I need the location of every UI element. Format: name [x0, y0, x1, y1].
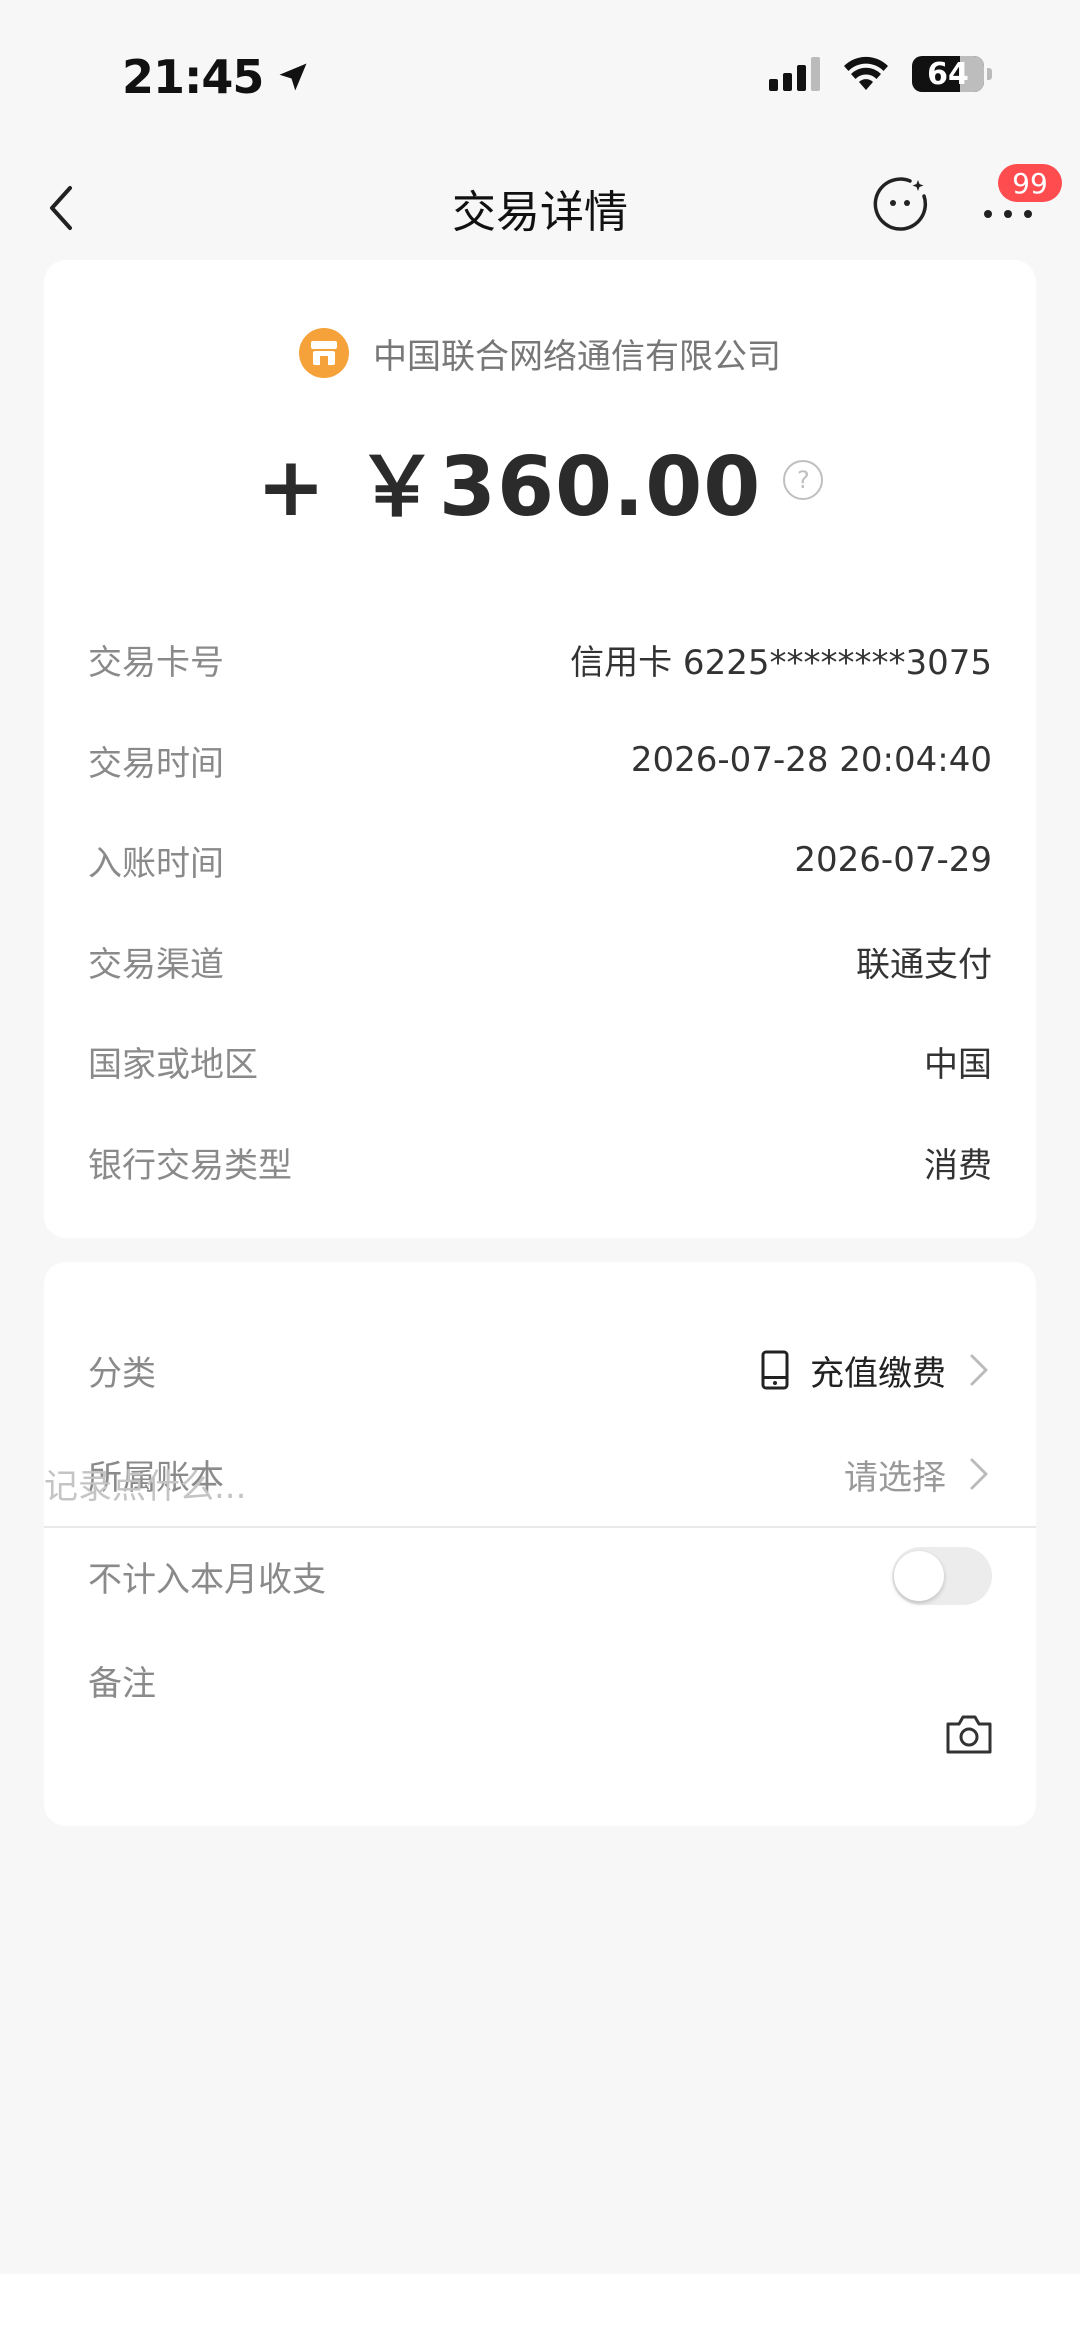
location-arrow-icon — [279, 63, 307, 91]
phone-icon — [761, 1350, 789, 1390]
battery-icon: 64 — [912, 56, 992, 92]
chevron-right-icon — [970, 1354, 988, 1386]
detail-row-country: 国家或地区 中国 — [88, 1044, 992, 1085]
settings-card: 分类 充值缴费 所属账本 请选择 不计入本月收支 备注 — [44, 1262, 1036, 1826]
note-input[interactable] — [44, 1448, 1036, 1528]
note-label: 备注 — [88, 1663, 156, 1704]
exclude-row: 不计入本月收支 — [88, 1546, 992, 1606]
bottom-area — [0, 2274, 1080, 2347]
merchant-info: 中国联合网络通信有限公司 — [44, 328, 1036, 378]
wifi-icon — [844, 56, 888, 90]
category-value: 充值缴费 — [810, 1353, 946, 1394]
amount-row: + ￥360.00 ? — [44, 420, 1036, 539]
detail-row-transaction-time: 交易时间 2026-07-28 20:04:40 — [88, 740, 992, 784]
merchant-name: 中国联合网络通信有限公司 — [373, 336, 781, 377]
help-icon[interactable]: ? — [783, 459, 824, 500]
assistant-face-icon[interactable] — [872, 176, 928, 232]
detail-row-posting-time: 入账时间 2026-07-29 — [88, 840, 992, 884]
notification-badge: 99 — [998, 164, 1062, 202]
status-time: 21:45 — [122, 50, 311, 104]
cellular-signal-icon — [769, 57, 820, 91]
status-indicators: 64 — [769, 56, 992, 92]
detail-row-channel: 交易渠道 联通支付 — [88, 944, 992, 985]
store-icon — [299, 328, 349, 378]
detail-row-card-number: 交易卡号 信用卡 6225********3075 — [88, 642, 992, 683]
transaction-amount: + ￥360.00 — [256, 440, 762, 535]
exclude-toggle[interactable] — [892, 1547, 992, 1605]
note-label-row: 备注 — [88, 1650, 992, 1710]
transaction-card: 中国联合网络通信有限公司 + ￥360.00 ? 交易卡号 信用卡 6225**… — [44, 260, 1036, 1238]
category-row[interactable]: 分类 充值缴费 — [88, 1340, 992, 1400]
camera-icon[interactable] — [944, 1712, 994, 1756]
detail-row-bank-type: 银行交易类型 消费 — [88, 1145, 992, 1186]
